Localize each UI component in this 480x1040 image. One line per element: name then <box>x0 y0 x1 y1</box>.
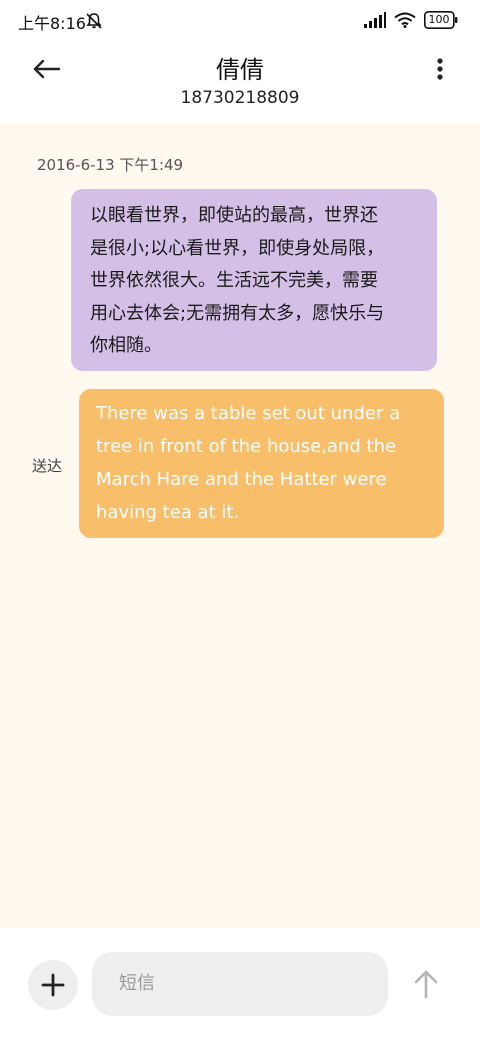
message-timestamp: 2016-6-13 下午1:49 <box>37 156 184 174</box>
more-options-button[interactable] <box>430 54 450 94</box>
message-line: 你相随。 <box>90 335 162 356</box>
compose-bar: 短信 <box>0 928 480 1040</box>
send-arrow-icon <box>414 970 438 999</box>
message-line: March Hare and the Hatter were <box>96 469 387 490</box>
conversation-header: 倩倩 18730218809 <box>0 40 480 124</box>
mute-icon <box>86 13 102 29</box>
message-input[interactable]: 短信 <box>92 952 388 1016</box>
message-line: 用心去体会;无需拥有太多，愿快乐与 <box>90 302 385 324</box>
wifi-icon <box>394 12 416 28</box>
battery-level: 100 <box>428 13 450 26</box>
message-thread[interactable]: 2016-6-13 下午1:49 以眼看世界，即使站的最高，世界还 是很小;以心… <box>0 124 480 928</box>
message-line: 世界依然很大。生活远不完美，需要 <box>90 270 378 291</box>
add-attachment-button[interactable] <box>28 960 78 1010</box>
delivery-status: 送达 <box>32 457 63 475</box>
message-line: There was a table set out under a <box>96 403 401 424</box>
message-line: tree in front of the house,and the <box>96 436 397 457</box>
plus-icon <box>41 973 65 997</box>
send-button[interactable] <box>408 966 444 1002</box>
battery-indicator: 100 <box>424 11 458 29</box>
more-vertical-icon <box>437 58 443 80</box>
status-bar: 上午8:16 100 <box>0 0 480 40</box>
status-icons: 100 <box>364 10 458 30</box>
contact-number: 18730218809 <box>180 88 300 108</box>
message-line: having tea at it. <box>96 502 240 523</box>
received-message-bubble[interactable]: 以眼看世界，即使站的最高，世界还 是很小;以心看世界，即使身处局限， 世界依然很… <box>71 189 437 371</box>
contact-name: 倩倩 <box>216 56 264 84</box>
message-line: 是很小;以心看世界，即使身处局限， <box>90 237 385 259</box>
sent-message-bubble[interactable]: There was a table set out under a tree i… <box>79 389 444 538</box>
signal-icon <box>364 12 386 28</box>
message-line: 以眼看世界，即使站的最高，世界还 <box>90 205 378 226</box>
status-time: 上午8:16 <box>18 14 86 33</box>
